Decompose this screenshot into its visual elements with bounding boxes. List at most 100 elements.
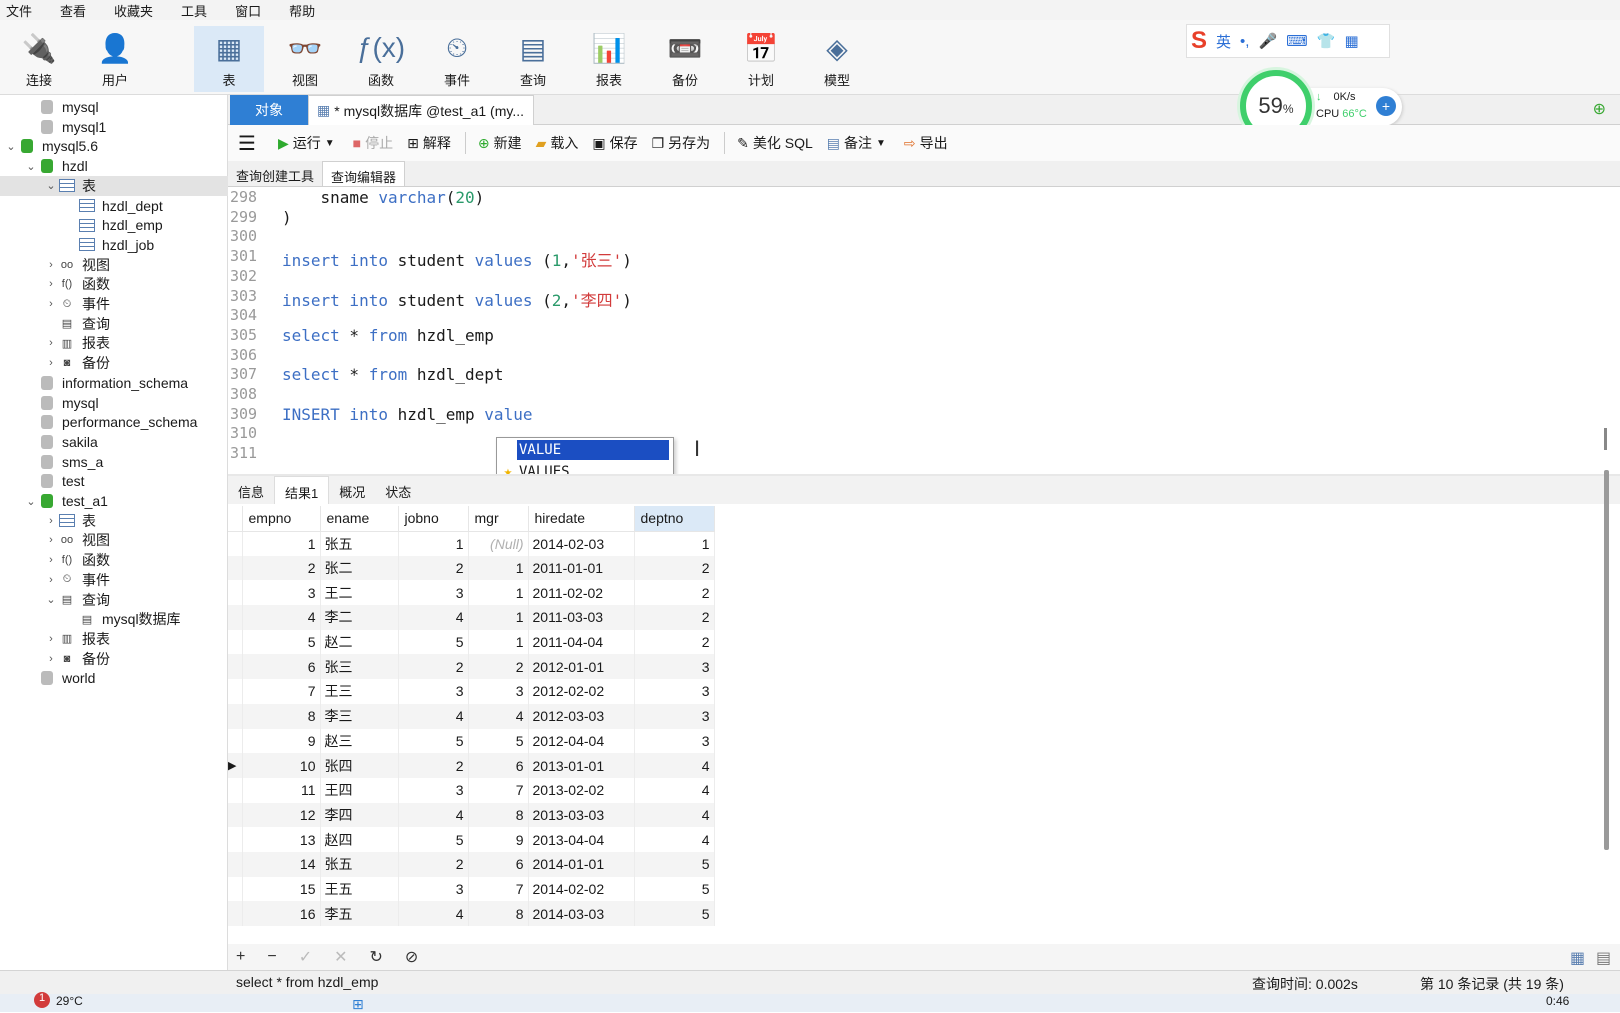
table-row[interactable]: 7 王三 3 3 2012-02-02 3 xyxy=(228,679,715,704)
table-cell[interactable]: 3 xyxy=(242,580,321,606)
table-cell[interactable]: 7 xyxy=(242,679,321,704)
column-header[interactable]: hiredate xyxy=(528,506,635,532)
apply-button[interactable]: ✓ xyxy=(299,947,312,967)
chevron-down-icon[interactable]: ⌄ xyxy=(24,160,38,173)
table-cell[interactable]: 张五 xyxy=(320,531,399,556)
table-row[interactable]: 2 张二 2 1 2011-01-01 2 xyxy=(228,555,715,581)
table-cell[interactable]: 6 xyxy=(468,851,529,877)
new-tab-icon[interactable]: ⊕ xyxy=(1593,99,1606,119)
toolbar-button-calendar[interactable]: 📅 计划 xyxy=(726,26,796,92)
ime-punct-toggle[interactable]: •, xyxy=(1240,33,1249,50)
chevron-right-icon[interactable]: › xyxy=(44,633,58,645)
table-cell[interactable]: 2013-02-02 xyxy=(528,777,635,803)
stop-button[interactable]: ■ 停止 xyxy=(353,133,393,153)
row-indicator[interactable] xyxy=(228,851,243,877)
table-cell[interactable]: 7 xyxy=(468,876,529,902)
table-cell[interactable]: 4 xyxy=(398,703,469,729)
table-row[interactable]: 15 王五 3 7 2014-02-02 5 xyxy=(228,876,715,902)
table-cell[interactable]: 2 xyxy=(398,851,469,877)
sidebar-item[interactable]: ⌄ hzdl xyxy=(0,156,228,176)
table-cell[interactable]: 8 xyxy=(468,802,529,828)
table-cell[interactable]: 8 xyxy=(242,703,321,729)
row-indicator[interactable] xyxy=(228,605,243,630)
table-cell[interactable]: 王五 xyxy=(320,876,399,902)
ime-lang-toggle[interactable]: 英 xyxy=(1216,31,1231,52)
table-cell[interactable]: 2013-04-04 xyxy=(528,827,635,852)
table-cell[interactable]: 14 xyxy=(242,851,321,877)
table-cell[interactable]: 1 xyxy=(468,580,529,606)
grid-menu-icon[interactable]: ▦ xyxy=(1344,32,1358,50)
sidebar-item[interactable]: › 表 xyxy=(0,511,228,531)
row-indicator[interactable] xyxy=(228,876,243,902)
beautify-sql-button[interactable]: ✎ 美化 SQL xyxy=(737,133,813,153)
table-cell[interactable]: 10 xyxy=(242,753,321,778)
table-cell[interactable]: 3 xyxy=(634,654,715,680)
toolbar-button-user[interactable]: 👤 用户 xyxy=(80,26,150,92)
toolbar-button-function[interactable]: ƒ(x) 函数 xyxy=(346,26,416,92)
sidebar-item[interactable]: ⌄ 表 xyxy=(0,175,228,196)
table-cell[interactable]: 李四 xyxy=(320,802,399,828)
column-header[interactable]: mgr xyxy=(468,506,529,532)
code-line[interactable]: 300 xyxy=(228,227,1612,247)
hamburger-menu-icon[interactable]: ☰ xyxy=(238,131,256,156)
table-cell[interactable]: 张四 xyxy=(320,753,399,778)
table-row[interactable]: 9 赵三 5 5 2012-04-04 3 xyxy=(228,728,715,754)
tab-result[interactable]: 信息 xyxy=(228,476,274,504)
table-cell[interactable]: 5 xyxy=(634,901,715,926)
column-header[interactable]: ename xyxy=(320,506,399,532)
grid-scrollbar[interactable] xyxy=(1604,470,1609,850)
table-cell[interactable]: 李五 xyxy=(320,901,399,926)
table-cell[interactable]: 9 xyxy=(242,728,321,754)
sidebar-item[interactable]: › ◙ 备份 xyxy=(0,649,228,669)
code-line[interactable]: 305 select * from hzdl_emp xyxy=(228,326,1612,346)
sidebar-item[interactable]: hzdl_job xyxy=(0,235,228,255)
row-indicator[interactable] xyxy=(228,531,243,556)
menu-item[interactable]: 窗口 xyxy=(235,1,261,20)
table-cell[interactable]: 15 xyxy=(242,876,321,902)
table-cell[interactable]: 5 xyxy=(634,851,715,877)
table-cell[interactable]: 2 xyxy=(634,580,715,606)
code-line[interactable]: 310 xyxy=(228,424,1612,444)
row-indicator[interactable] xyxy=(228,901,243,926)
chevron-right-icon[interactable]: › xyxy=(44,337,58,349)
table-cell[interactable]: 4 xyxy=(634,777,715,803)
table-cell[interactable]: 5 xyxy=(398,827,469,852)
code-line[interactable]: 306 xyxy=(228,346,1612,366)
row-indicator[interactable] xyxy=(228,654,243,680)
table-cell[interactable]: 张五 xyxy=(320,851,399,877)
code-line[interactable]: 309 INSERT into hzdl_emp value xyxy=(228,405,1612,425)
table-cell[interactable]: 2 xyxy=(634,629,715,655)
toolbar-button-query[interactable]: ▤ 查询 xyxy=(498,26,568,92)
table-cell[interactable]: 8 xyxy=(468,901,529,926)
code-line[interactable]: 307 select * from hzdl_dept xyxy=(228,365,1612,385)
table-cell[interactable]: 李三 xyxy=(320,703,399,729)
row-indicator[interactable] xyxy=(228,777,243,803)
chevron-right-icon[interactable]: › xyxy=(44,278,58,290)
menu-item[interactable]: 收藏夹 xyxy=(114,1,153,20)
sidebar-item[interactable]: performance_schema xyxy=(0,412,228,432)
row-indicator[interactable] xyxy=(228,580,243,606)
comment-button[interactable]: ▤ 备注 ▼ xyxy=(827,133,890,153)
sidebar-item[interactable]: hzdl_dept xyxy=(0,196,228,216)
code-line[interactable]: 299) xyxy=(228,208,1612,228)
row-indicator[interactable] xyxy=(228,728,243,754)
table-cell[interactable]: 3 xyxy=(634,728,715,754)
table-cell[interactable]: 2011-01-01 xyxy=(528,555,635,581)
chevron-right-icon[interactable]: › xyxy=(44,357,58,369)
sidebar-item[interactable]: world xyxy=(0,668,228,688)
toolbar-button-view[interactable]: 👓 视图 xyxy=(270,26,340,92)
table-cell[interactable]: 5 xyxy=(468,728,529,754)
table-cell[interactable]: 3 xyxy=(468,679,529,704)
table-cell[interactable]: 赵三 xyxy=(320,728,399,754)
row-indicator[interactable]: ▶ xyxy=(228,753,243,778)
table-cell[interactable]: 16 xyxy=(242,901,321,926)
table-row[interactable]: 1 张五 1 (Null) 2014-02-03 1 xyxy=(228,531,715,556)
table-cell[interactable]: 3 xyxy=(634,703,715,729)
sidebar-item[interactable]: ⌄ ▤ 查询 xyxy=(0,590,228,610)
refresh-button[interactable]: ↻ xyxy=(370,947,383,967)
column-header[interactable]: empno xyxy=(242,506,321,532)
table-cell[interactable]: 2 xyxy=(242,555,321,581)
code-line[interactable]: 302 xyxy=(228,267,1612,287)
code-line[interactable]: 308 xyxy=(228,385,1612,405)
table-cell[interactable]: 2 xyxy=(468,654,529,680)
